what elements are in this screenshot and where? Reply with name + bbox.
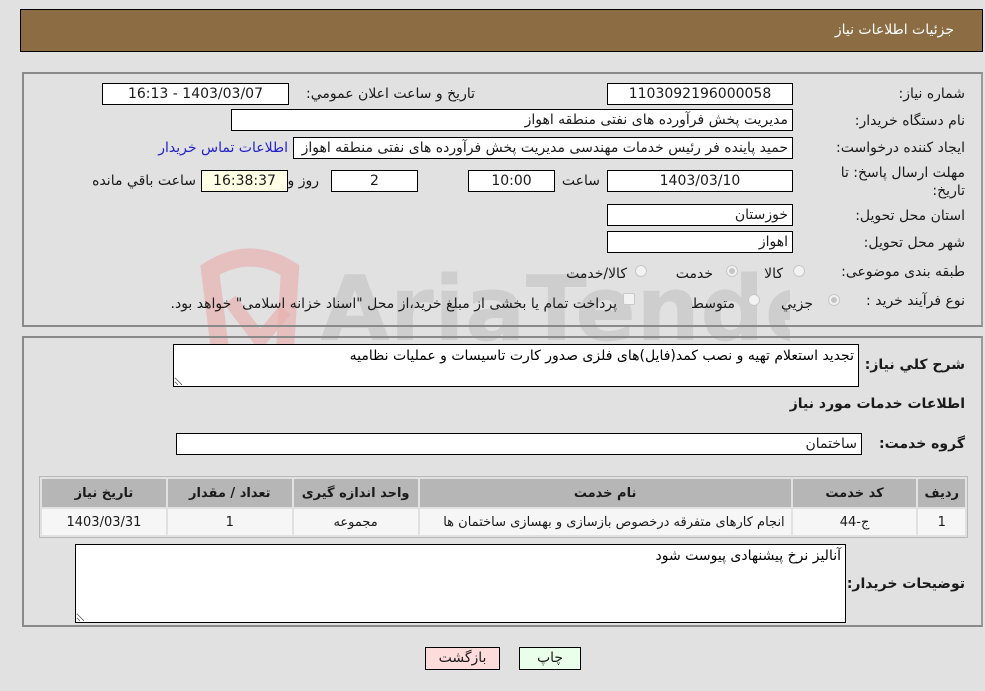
category-goods-service-label: کالا/خدمت — [566, 266, 627, 282]
category-goods-label: کالا — [764, 266, 783, 282]
deadline-time-field[interactable]: 10:00 — [468, 170, 555, 192]
announce-date-label: تاریخ و ساعت اعلان عمومي: — [306, 86, 475, 102]
col-need-date: تاریخ نیاز — [42, 479, 166, 507]
buyer-notes-textarea[interactable]: آنالیز نرخ پیشنهادی پیوست شود — [75, 544, 846, 623]
purchase-process-label: نوع فرآیند خرید : — [866, 293, 965, 309]
category-service-label: خدمت — [675, 266, 713, 282]
process-minor-radio[interactable] — [828, 294, 840, 306]
description-label: شرح کلي نياز: — [864, 357, 965, 373]
city-field[interactable]: اهواز — [607, 231, 793, 253]
requester-label: ایجاد کننده درخواست: — [836, 140, 965, 156]
cell-unit: مجموعه — [293, 509, 418, 535]
province-field[interactable]: خوزستان — [607, 204, 793, 226]
deadline-date-field[interactable]: 1403/03/10 — [607, 170, 793, 192]
announce-date-field[interactable]: 1403/03/07 - 16:13 — [102, 83, 289, 105]
page-header: جزئیات اطلاعات نیاز — [20, 9, 983, 52]
col-service-name: نام خدمت — [419, 479, 791, 507]
service-group-label: گروه خدمت: — [879, 436, 965, 452]
service-group-field[interactable]: ساختمان — [176, 433, 862, 455]
col-unit: واحد اندازه گیری — [293, 479, 418, 507]
buyer-org-label: نام دستگاه خریدار: — [854, 113, 965, 129]
category-label: طبقه بندی موضوعی: — [841, 264, 965, 280]
category-goods-radio[interactable] — [793, 265, 805, 277]
remaining-time-label: ساعت باقي مانده — [92, 173, 196, 189]
deadline-time-label: ساعت — [561, 173, 600, 189]
table-header-row: ردیف کد خدمت نام خدمت واحد اندازه گیری ت… — [42, 479, 965, 507]
col-service-code: کد خدمت — [792, 479, 917, 507]
col-row-number: ردیف — [918, 479, 965, 507]
services-heading: اطلاعات خدمات مورد نیاز — [789, 396, 965, 412]
category-goods-service-radio[interactable] — [635, 265, 647, 277]
process-medium-radio[interactable] — [748, 294, 760, 306]
remaining-time-field: 16:38:37 — [201, 170, 288, 192]
table-row: 1 ج-44 انجام کارهای متفرقه درخصوص بازساز… — [42, 509, 965, 535]
requester-field[interactable]: حمید پاینده فر رئیس خدمات مهندسی مدیریت … — [293, 137, 793, 159]
description-textarea[interactable]: تجدید استعلام تهیه و نصب کمد(فایل)های فل… — [173, 344, 859, 387]
city-label: شهر محل تحویل: — [863, 235, 965, 251]
back-button[interactable]: بازگشت — [425, 647, 500, 670]
cell-service-code: ج-44 — [792, 509, 917, 535]
buyer-org-field[interactable]: مدیریت پخش فرآورده های نفتی منطقه اهواز — [231, 109, 793, 131]
cell-quantity: 1 — [167, 509, 292, 535]
buyer-notes-label: توضیحات خریدار: — [846, 576, 965, 592]
services-table: ردیف کد خدمت نام خدمت واحد اندازه گیری ت… — [39, 476, 968, 538]
days-remaining-field[interactable]: 2 — [331, 170, 418, 192]
cell-row-number: 1 — [918, 509, 965, 535]
page-title: جزئیات اطلاعات نیاز — [834, 22, 954, 38]
process-medium-label: متوسط — [691, 296, 735, 312]
treasury-checkbox[interactable] — [623, 293, 635, 305]
days-label: روز و — [287, 173, 320, 189]
cell-service-name: انجام کارهای متفرقه درخصوص بازسازی و بهس… — [419, 509, 791, 535]
col-quantity: تعداد / مقدار — [167, 479, 292, 507]
print-button[interactable]: چاپ — [519, 647, 581, 670]
deadline-label: مهلت ارسال پاسخ: تا تاریخ: — [840, 165, 965, 199]
treasury-label: پرداخت تمام یا بخشی از مبلغ خرید،از محل … — [170, 296, 617, 312]
need-number-label: شماره نیاز: — [898, 86, 966, 102]
buyer-contact-link[interactable]: اطلاعات تماس خریدار — [158, 140, 288, 156]
province-label: استان محل تحویل: — [855, 208, 965, 224]
cell-need-date: 1403/03/31 — [42, 509, 166, 535]
need-number-field[interactable]: 1103092196000058 — [607, 83, 793, 105]
category-service-radio[interactable] — [726, 265, 738, 277]
process-minor-label: جزيي — [781, 296, 813, 312]
